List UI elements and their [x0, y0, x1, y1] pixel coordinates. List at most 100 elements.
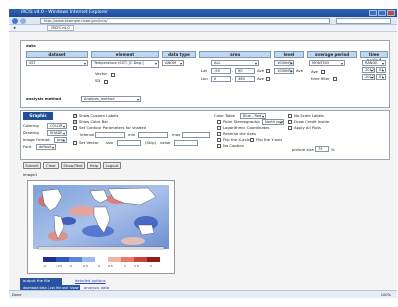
contour-params-label: Set Contour Parameters for shaded — [79, 125, 147, 130]
lat-label: Lat — [201, 68, 207, 73]
col-dataset: dataset — [26, 51, 88, 58]
favorites-tab[interactable]: IRCIS v4.0 — [47, 25, 74, 31]
forward-icon[interactable] — [20, 18, 26, 24]
show-text-button[interactable]: Show/Text — [61, 162, 85, 169]
area-region-select[interactable]: ALL — [211, 60, 259, 66]
max-input[interactable] — [182, 132, 210, 138]
logarithmic-checkbox[interactable] — [217, 126, 221, 130]
picture-size-unit: % — [331, 147, 335, 152]
interval-input[interactable] — [95, 132, 125, 138]
maximize-button[interactable] — [378, 10, 386, 16]
window-title-bar: IRCIS v4.0 - Windows Internet Explorer — [9, 9, 397, 17]
month2-select[interactable]: 01 — [376, 74, 386, 80]
draw-credit-checkbox[interactable] — [288, 120, 292, 124]
dataset-panel: data dataset element data type area leve… — [20, 40, 390, 108]
apply-all-checkbox[interactable] — [288, 126, 292, 130]
vector-label: Vector — [95, 71, 108, 76]
analysis-method-label: analysis method — [26, 96, 62, 101]
vector-checkbox[interactable] — [111, 73, 115, 77]
address-input[interactable]: http://www.example.noaa.gov/ircis/ — [40, 18, 330, 24]
sd-checkbox[interactable] — [104, 80, 108, 84]
logarithmic-label: Logarithmic Coordinates — [223, 125, 270, 130]
show-color-bar-checkbox[interactable] — [73, 119, 77, 124]
flip-y-checkbox[interactable] — [250, 138, 254, 142]
lat-dash: - — [232, 68, 234, 73]
dataset-heading: data — [26, 43, 36, 48]
avg-ave-checkbox[interactable] — [321, 70, 325, 74]
image-label: image1 — [23, 172, 38, 177]
col-area: area — [199, 51, 271, 58]
skip-label: (Skip) — [145, 140, 157, 145]
year1-select[interactable]: 2012 — [362, 67, 375, 73]
favorites-star-icon[interactable]: ★ — [13, 26, 16, 30]
no-caption-checkbox[interactable] — [217, 144, 221, 148]
data-type-select[interactable]: ANOM — [162, 60, 184, 66]
no-scale-labels-label: No Scale Labels — [294, 113, 325, 118]
no-scale-labels-checkbox[interactable] — [288, 114, 292, 118]
colorbar-tick: 0.5 — [108, 264, 113, 268]
back-icon[interactable] — [12, 18, 18, 24]
polar-checkbox[interactable] — [217, 120, 221, 124]
zoom-level[interactable]: 100% — [381, 291, 391, 299]
font-select[interactable]: default — [36, 144, 56, 150]
lon-to-input[interactable]: 360 — [235, 76, 255, 82]
analysis-method-select[interactable]: Analysis_method — [81, 96, 141, 102]
month1-select[interactable]: 01 — [376, 67, 386, 73]
lon-from-input[interactable]: 0 — [211, 76, 231, 82]
search-input[interactable] — [336, 18, 391, 24]
help-button[interactable]: Help — [87, 162, 101, 169]
max-label: max — [172, 132, 181, 137]
avg-ave-label: Ave — [311, 69, 318, 74]
lat-from-input[interactable]: -90 — [211, 68, 231, 74]
vector-size-input[interactable] — [117, 140, 141, 146]
average-period-select[interactable]: MONTHLY — [309, 60, 345, 66]
logout-button[interactable]: Logout — [103, 162, 121, 169]
interval-label: interval — [80, 132, 95, 137]
lat-ave-label: Ave — [257, 68, 264, 73]
graphic-options-heading: Graphic Option — [23, 112, 53, 126]
lon-ave-checkbox[interactable] — [266, 77, 270, 81]
dataset-select[interactable]: SST — [26, 60, 88, 66]
close-button[interactable] — [387, 10, 395, 16]
coloring-select[interactable]: COLOR — [47, 123, 67, 129]
level-ave-label: Ave — [296, 68, 303, 73]
col-average-period: average period — [307, 51, 357, 58]
clear-button[interactable]: Clear — [43, 162, 59, 169]
reverse-axes-label: Reverse the Axes — [223, 131, 256, 136]
show-custom-labels-checkbox[interactable] — [73, 113, 77, 118]
lon-ave-label: Ave — [257, 76, 264, 81]
min-input[interactable] — [138, 132, 168, 138]
time-range-select[interactable]: RANGE — [362, 60, 386, 66]
detailed-options-link[interactable]: detailed options — [75, 278, 106, 284]
lat-ave-checkbox[interactable] — [266, 69, 270, 73]
element-select[interactable]: Temperature (SST) [C Deg.] — [91, 60, 159, 68]
window-title: IRCIS v4.0 - Windows Internet Explorer — [21, 10, 108, 15]
reverse-axes-checkbox[interactable] — [217, 132, 221, 136]
flip-x-label: Flip the X-axis — [223, 137, 250, 142]
col-level: level — [274, 51, 304, 58]
min-label: min — [128, 132, 136, 137]
minimize-button[interactable] — [369, 10, 377, 16]
contour-params-checkbox[interactable] — [73, 126, 77, 130]
vector-value-input[interactable] — [174, 140, 198, 146]
year2-select[interactable]: 2012 — [362, 74, 375, 80]
size-label: size — [106, 140, 114, 145]
submit-button[interactable]: Submit — [23, 162, 41, 169]
time-filter-checkbox[interactable] — [333, 77, 337, 81]
output-file-button[interactable]: output the file — [20, 278, 62, 285]
level-select-1[interactable]: 1000hPa — [274, 60, 294, 66]
status-bar: Done 100% — [9, 290, 397, 298]
set-vector-checkbox[interactable] — [73, 141, 77, 145]
picture-size-input[interactable]: 75 — [315, 146, 329, 152]
lat-to-input[interactable]: 90 — [235, 68, 255, 74]
col-data-type: data type — [162, 51, 196, 58]
lon-label: Lon — [201, 76, 208, 81]
value-label: value — [160, 140, 171, 145]
drawing-select[interactable]: SHADE — [47, 130, 67, 136]
image-format-select[interactable]: png — [54, 137, 67, 143]
flip-x-checkbox[interactable] — [217, 138, 221, 142]
colorbar-tick: 0 — [98, 264, 100, 268]
colorbar-tick-labels: -2 -1.5 -1 -0.5 0 0.5 1 1.5 2 — [43, 264, 152, 268]
level-select-2[interactable]: 1000hPa — [274, 68, 294, 74]
favorites-bar: ★ IRCIS v4.0 — [9, 25, 397, 32]
